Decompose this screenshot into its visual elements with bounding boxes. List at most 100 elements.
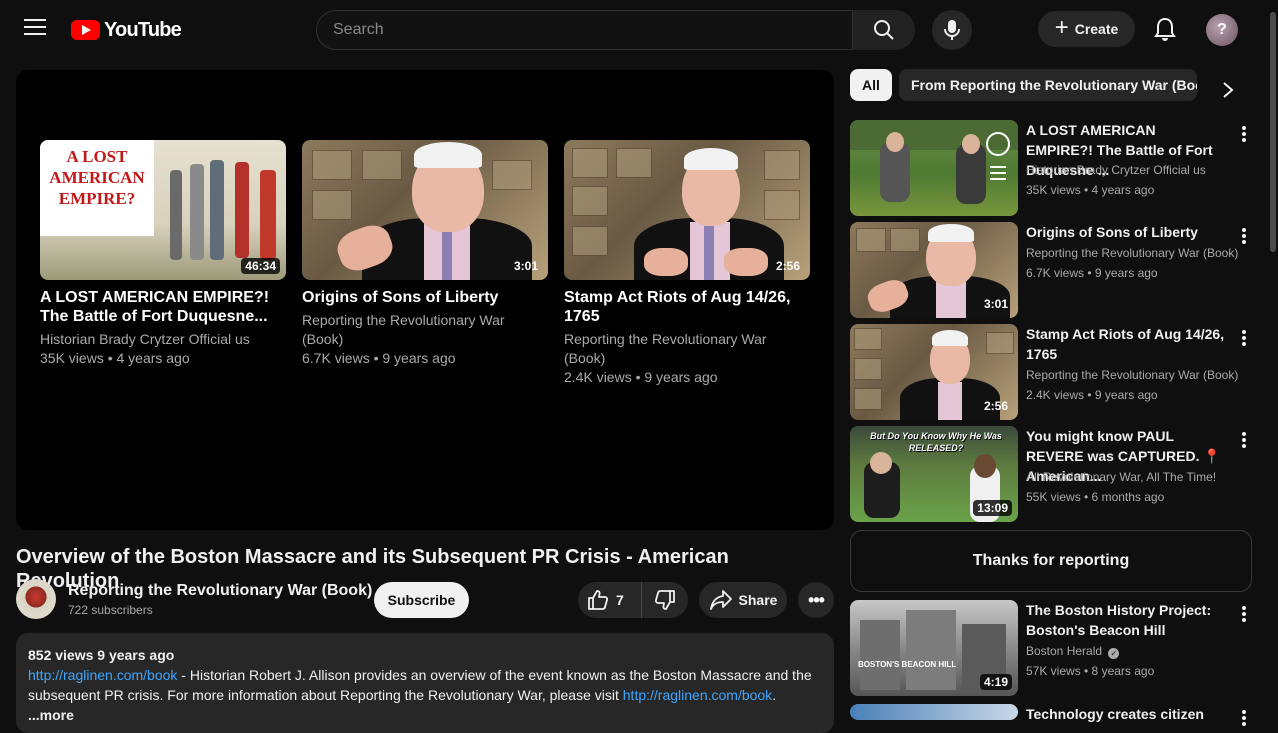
- channel-avatar[interactable]: [16, 579, 56, 619]
- like-dislike-group: 7: [578, 582, 688, 618]
- description-link[interactable]: http://raglinen.com/book: [28, 667, 177, 683]
- share-button[interactable]: Share: [699, 582, 787, 618]
- sidebar-video[interactable]: 2:56 Stamp Act Riots of Aug 14/26, 1765 …: [850, 324, 1250, 420]
- sidebar-meta: 55K views • 6 months ago: [1026, 490, 1165, 504]
- sidebar-channel: Boston Herald: [1026, 644, 1103, 658]
- more-horizontal-icon: •••: [808, 589, 825, 610]
- sidebar-title[interactable]: Technology creates citizen: [1026, 704, 1226, 724]
- endcard-meta: 2.4K views • 9 years ago: [564, 369, 718, 385]
- sidebar-video[interactable]: 3:01 Origins of Sons of Liberty Reportin…: [850, 222, 1250, 318]
- description-link[interactable]: http://raglinen.com/book: [623, 687, 772, 703]
- endcard-channel: Reporting the Revolutionary War (Book): [564, 331, 767, 366]
- more-vertical-icon[interactable]: [1238, 430, 1250, 450]
- search-field: [316, 10, 853, 50]
- endcard-title[interactable]: Origins of Sons of Liberty: [302, 288, 548, 307]
- duration-badge: 2:56: [775, 259, 800, 273]
- sidebar-channel-row: Boston Herald ✓: [1026, 642, 1120, 660]
- duration-badge: 46:34: [241, 258, 280, 274]
- chevron-right-icon: [1223, 82, 1234, 98]
- show-more-link[interactable]: ...more: [28, 705, 822, 725]
- endcard-thumbnail[interactable]: 3:01: [302, 140, 548, 280]
- add-to-queue-icon[interactable]: [990, 166, 1010, 182]
- sidebar-thumbnail[interactable]: [850, 120, 1018, 216]
- menu-icon[interactable]: [24, 19, 46, 37]
- sidebar-channel: All Revolutionary War, All The Time!: [1026, 470, 1217, 484]
- sidebar-title[interactable]: The Boston History Project: Boston's Bea…: [1026, 600, 1226, 640]
- more-vertical-icon[interactable]: [1238, 328, 1250, 348]
- sidebar-video[interactable]: But Do You Know Why He Was RELEASED? 13:…: [850, 426, 1250, 522]
- verified-icon: ✓: [1108, 648, 1120, 659]
- share-label: Share: [738, 592, 778, 608]
- duration-badge: 3:01: [513, 259, 538, 273]
- top-bar: YouTube + Create ?: [0, 0, 1278, 58]
- feedback-confirmation: Thanks for reporting: [850, 530, 1252, 592]
- endcard-title[interactable]: Stamp Act Riots of Aug 14/26, 1765: [564, 288, 810, 326]
- sidebar-video[interactable]: A LOST AMERICAN EMPIRE?! The Battle of F…: [850, 120, 1250, 216]
- sidebar-title[interactable]: Stamp Act Riots of Aug 14/26, 1765: [1026, 324, 1226, 364]
- youtube-play-icon: [71, 20, 100, 40]
- create-button[interactable]: + Create: [1038, 11, 1135, 47]
- sidebar-meta: 35K views • 4 years ago: [1026, 183, 1155, 197]
- endcard-thumbnail[interactable]: 2:56: [564, 140, 810, 280]
- more-vertical-icon[interactable]: [1238, 604, 1250, 624]
- bell-icon: [1154, 17, 1176, 41]
- endcard-video[interactable]: 3:01 Origins of Sons of Liberty Reportin…: [302, 140, 548, 368]
- endcard-channel: Historian Brady Crytzer Official us: [40, 331, 250, 347]
- endcard-title[interactable]: A LOST AMERICAN EMPIRE?! The Battle of F…: [40, 288, 286, 326]
- more-vertical-icon[interactable]: [1238, 226, 1250, 246]
- avatar-initial: ?: [1217, 21, 1227, 38]
- sidebar-video[interactable]: BOSTON'S BEACON HILL 4:19 The Boston His…: [850, 600, 1250, 696]
- sidebar-channel: Reporting the Revolutionary War (Book): [1026, 368, 1239, 382]
- sidebar-channel: Reporting the Revolutionary War (Book): [1026, 246, 1239, 260]
- chip-all[interactable]: All: [850, 69, 892, 101]
- notifications-button[interactable]: [1151, 15, 1179, 43]
- more-vertical-icon[interactable]: [1238, 708, 1250, 728]
- microphone-icon: [944, 20, 960, 40]
- endcard-thumbnail[interactable]: A LOST AMERICAN EMPIRE? 46:34: [40, 140, 286, 280]
- sidebar-thumbnail[interactable]: BOSTON'S BEACON HILL 4:19: [850, 600, 1018, 696]
- thumbs-down-icon: [654, 590, 675, 610]
- view-stats: 852 views 9 years ago: [28, 647, 175, 663]
- endcard-video[interactable]: A LOST AMERICAN EMPIRE? 46:34 A LOST AME…: [40, 140, 286, 368]
- thumbnail-caption: A LOST AMERICAN EMPIRE?: [40, 140, 154, 236]
- search-input[interactable]: [317, 11, 852, 49]
- sidebar-thumbnail[interactable]: [850, 704, 1018, 720]
- search-button[interactable]: [853, 10, 915, 50]
- video-player[interactable]: A LOST AMERICAN EMPIRE? 46:34 A LOST AME…: [16, 70, 834, 530]
- endcard-channel: Reporting the Revolutionary War (Book): [302, 312, 505, 347]
- duration-badge: 4:19: [979, 674, 1012, 690]
- sidebar-meta: 6.7K views • 9 years ago: [1026, 266, 1158, 280]
- duration-badge: 13:09: [973, 500, 1012, 516]
- like-button[interactable]: 7: [578, 582, 642, 618]
- duration-badge: 3:01: [983, 297, 1008, 311]
- dislike-button[interactable]: [642, 582, 688, 618]
- description-text: http://raglinen.com/book - Historian Rob…: [28, 665, 822, 705]
- endcard-video[interactable]: 2:56 Stamp Act Riots of Aug 14/26, 1765 …: [564, 140, 810, 387]
- thumbs-up-icon: [588, 590, 609, 610]
- sidebar-meta: 57K views • 8 years ago: [1026, 664, 1155, 678]
- sidebar-thumbnail[interactable]: But Do You Know Why He Was RELEASED? 13:…: [850, 426, 1018, 522]
- account-avatar[interactable]: ?: [1206, 14, 1238, 46]
- plus-icon: +: [1054, 14, 1069, 41]
- thumbnail-caption: BOSTON'S BEACON HILL: [858, 660, 957, 669]
- sidebar-title[interactable]: Origins of Sons of Liberty: [1026, 222, 1226, 242]
- sidebar-video[interactable]: Technology creates citizen: [850, 704, 1250, 726]
- more-actions-button[interactable]: •••: [798, 582, 834, 618]
- sidebar-thumbnail[interactable]: 3:01: [850, 222, 1018, 318]
- sidebar-channel: Historian Brady Crytzer Official us: [1026, 163, 1206, 177]
- page-scrollbar[interactable]: [1270, 12, 1276, 252]
- chips-next-button[interactable]: [1210, 74, 1246, 106]
- subscribe-button[interactable]: Subscribe: [374, 582, 469, 618]
- sidebar-meta: 2.4K views • 9 years ago: [1026, 388, 1158, 402]
- logo-wordmark: YouTube: [104, 18, 182, 41]
- channel-name[interactable]: Reporting the Revolutionary War (Book): [68, 582, 372, 600]
- youtube-logo[interactable]: YouTube: [71, 18, 182, 42]
- chip-from-channel[interactable]: From Reporting the Revolutionary War (Bo…: [899, 69, 1197, 101]
- voice-search-button[interactable]: [932, 10, 972, 50]
- duration-badge: 2:56: [983, 399, 1008, 413]
- endcard-meta: 35K views • 4 years ago: [40, 350, 190, 366]
- more-vertical-icon[interactable]: [1238, 124, 1250, 144]
- sidebar-thumbnail[interactable]: 2:56: [850, 324, 1018, 420]
- watch-later-icon[interactable]: [986, 132, 1010, 156]
- description-box[interactable]: 852 views 9 years ago http://raglinen.co…: [16, 633, 834, 733]
